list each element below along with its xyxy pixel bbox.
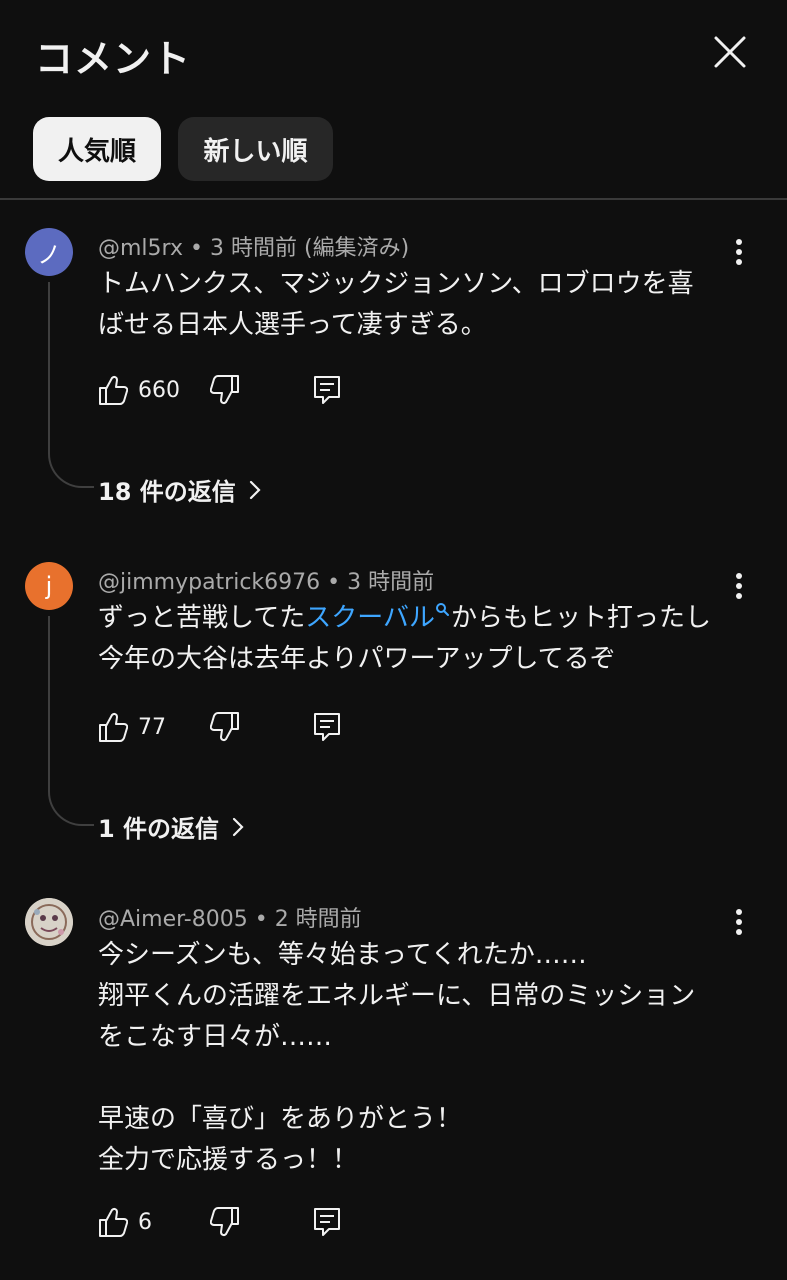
thumbs-up-icon (99, 375, 128, 405)
chevron-right-icon (249, 480, 261, 499)
divider (0, 198, 787, 200)
avatar[interactable]: ノ (25, 228, 73, 276)
page-title: コメント (35, 37, 192, 81)
avatar[interactable]: j (25, 562, 73, 610)
comment-text: トムハンクス、マジックジョンソン、ロブロウを喜ばせる日本人選手って凄すぎる。 (98, 269, 694, 340)
comment-actions: 77 (98, 709, 358, 745)
reply-icon (314, 1208, 340, 1236)
comment-meta: @jimmypatrick6976 • 3 時間前 (98, 564, 434, 596)
dislike-button[interactable] (210, 709, 240, 745)
reply-icon (314, 376, 340, 404)
sort-chip-newest[interactable]: 新しい順 (178, 117, 333, 181)
like-count: 6 (138, 1209, 152, 1235)
replies-count: 1 件の返信 (98, 815, 220, 843)
like-button[interactable]: 6 (98, 1204, 152, 1240)
meta-separator: • (254, 907, 275, 932)
sort-chip-top[interactable]: 人気順 (33, 117, 161, 181)
reply-button[interactable] (312, 372, 342, 408)
comment-actions: 6 (98, 1204, 358, 1240)
replies-count: 18 件の返信 (98, 478, 236, 506)
comment-time: 3 時間前 (編集済み) (210, 236, 410, 261)
search-link-label: スクーバル (305, 603, 435, 633)
comment-text-part: ずっと苦戦してた (98, 603, 306, 633)
like-count: 77 (138, 714, 166, 740)
meta-separator: • (327, 570, 348, 595)
dislike-button[interactable] (210, 372, 240, 408)
view-replies-button[interactable]: 18 件の返信 (98, 472, 262, 507)
search-icon (435, 603, 449, 616)
more-vert-icon[interactable] (728, 236, 750, 268)
avatar-image-icon (25, 898, 73, 946)
comment-text: ずっと苦戦してたスクーバル からもヒット打ったし 今年の大谷は去年よりパワーアップ… (98, 598, 738, 680)
thumbs-up-icon (99, 712, 128, 742)
thumbs-down-icon (210, 375, 239, 405)
comment-text: 今シーズンも、等々始まってくれたか…… 翔平くんの活躍をエネルギーに、日常のミッ… (98, 940, 696, 1175)
reply-button[interactable] (312, 709, 342, 745)
thumbs-up-icon (99, 1207, 128, 1237)
comment-meta: @Aimer-8005 • 2 時間前 (98, 901, 362, 933)
avatar[interactable] (25, 898, 73, 946)
like-count: 660 (138, 377, 180, 403)
thumbs-down-icon (210, 712, 239, 742)
search-link[interactable]: スクーバル (305, 603, 451, 633)
thread-line (48, 616, 94, 826)
like-button[interactable]: 77 (98, 709, 166, 745)
author-handle[interactable]: @ml5rx (98, 236, 183, 261)
more-vert-icon[interactable] (728, 570, 750, 602)
chevron-right-icon (232, 817, 244, 836)
author-handle[interactable]: @Aimer-8005 (98, 907, 248, 932)
like-button[interactable]: 660 (98, 372, 180, 408)
comment-meta: @ml5rx • 3 時間前 (編集済み) (98, 230, 409, 262)
meta-separator: • (190, 236, 210, 261)
author-handle[interactable]: @jimmypatrick6976 (98, 570, 320, 595)
comments-header: コメント (0, 0, 787, 110)
thread-line (48, 282, 94, 488)
view-replies-button[interactable]: 1 件の返信 (98, 809, 245, 844)
dislike-button[interactable] (210, 1204, 240, 1240)
close-icon[interactable] (710, 32, 750, 72)
thumbs-down-icon (210, 1207, 239, 1237)
comment-time: 2 時間前 (274, 907, 362, 932)
reply-icon (314, 713, 340, 741)
comment-actions: 660 (98, 372, 358, 408)
comment-time: 3 時間前 (347, 570, 435, 595)
more-vert-icon[interactable] (728, 906, 750, 938)
reply-button[interactable] (312, 1204, 342, 1240)
